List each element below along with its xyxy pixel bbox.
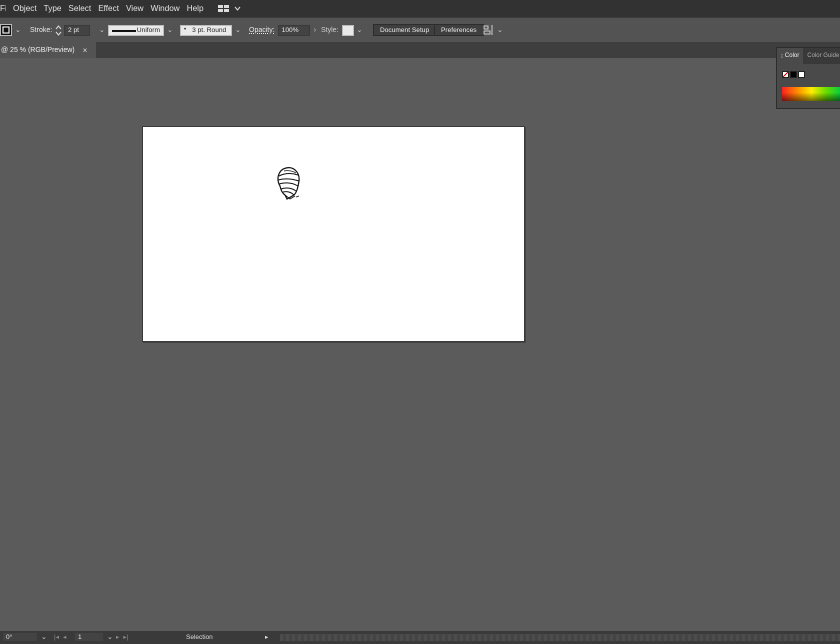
menu-window[interactable]: Window [151,4,180,13]
first-artboard-icon[interactable]: |◂ [54,633,59,641]
chevron-down-icon [234,6,240,11]
brush-dropdown[interactable]: • 3 pt. Round [180,24,232,36]
brush-dot-icon: • [184,27,187,33]
panel-grip-icon: ⁝ [781,53,783,60]
next-artboard-icon[interactable]: ▸ [116,633,119,641]
menu-type[interactable]: Type [44,4,62,13]
artboard-nav-prev[interactable]: |◂ ◂ [54,632,66,642]
black-swatch[interactable] [790,71,797,78]
close-icon[interactable]: × [83,46,88,55]
style-label: Style: [321,26,339,34]
document-tab-bar: @ 25 % (RGB/Preview) × [0,42,840,58]
brush-label: 3 pt. Round [192,26,227,34]
horizontal-scrollbar[interactable] [280,634,840,641]
artboard-number-input[interactable]: 1 [74,632,104,642]
last-artboard-icon[interactable]: ▸| [123,633,128,641]
chevron-down-icon[interactable]: ⌄ [357,26,363,34]
opacity-input[interactable]: 100% [277,24,310,36]
color-panel: ⁝ Color Color Guide [776,47,840,109]
graphic-style-swatch[interactable] [341,24,354,36]
opacity-label[interactable]: Opacity: [249,27,275,34]
color-spectrum[interactable] [782,87,840,101]
stroke-label: Stroke: [30,26,53,34]
menu-select[interactable]: Select [68,4,91,13]
menu-file[interactable]: File [0,4,6,13]
stroke-weight-input[interactable]: 2 pt [64,24,90,36]
stroke-swatch[interactable]: ⌄ [0,24,21,36]
prev-artboard-icon[interactable]: ◂ [63,633,66,641]
preferences-button[interactable]: Preferences [434,24,484,36]
document-tab[interactable]: @ 25 % (RGB/Preview) × [0,42,96,58]
none-swatch-icon[interactable] [782,71,789,78]
tab-color[interactable]: ⁝ Color [777,48,804,64]
chevron-right-icon[interactable]: › [314,27,316,34]
stepper-icon[interactable] [55,24,62,36]
menu-effect[interactable]: Effect [98,4,119,13]
profile-dropdown[interactable]: Uniform [108,24,164,36]
brush-definition[interactable]: • 3 pt. Round ⌄ [180,24,241,36]
chevron-down-icon[interactable]: ⌄ [497,26,503,34]
align-icon [483,25,493,35]
white-swatch[interactable] [798,71,805,78]
workspace-grid-icon [217,4,229,12]
color-panel-tabs: ⁝ Color Color Guide [777,48,840,64]
current-tool-label: Selection [186,633,213,641]
rotation-input[interactable]: 0° [2,632,38,642]
artboard[interactable] [142,126,525,342]
menu-bar: File Object Type Select Effect View Wind… [0,0,840,17]
chevron-down-icon[interactable]: ⌄ [167,26,173,34]
document-tab-title: @ 25 % (RGB/Preview) [1,46,75,54]
tab-color-guide[interactable]: Color Guide [803,53,839,59]
stroke-line-preview [112,29,136,32]
artboard-number-control[interactable]: 1 ⌄ [74,632,113,642]
workspace-switcher[interactable] [217,4,241,13]
stroke-color-icon [0,24,12,36]
menu-view[interactable]: View [126,4,144,13]
status-bar: 0° ⌄ |◂ ◂ 1 ⌄ ▸ ▸| Selection ▸ [0,631,840,644]
chevron-down-icon[interactable]: ⌄ [15,26,21,34]
document-setup-button[interactable]: Document Setup [373,24,437,36]
artboard-nav-next[interactable]: ▸ ▸| [116,632,128,642]
swatch-row [782,71,805,78]
chevron-down-icon[interactable]: ⌄ [99,26,105,34]
stroke-weight-field[interactable]: 2 pt ⌄ [55,24,105,36]
menu-help[interactable]: Help [187,4,204,13]
mummy-head-sketch[interactable] [275,166,303,202]
tab-color-label: Color [784,53,800,59]
arrange-documents[interactable]: ⌄ [483,24,503,36]
chevron-down-icon[interactable]: ⌄ [235,26,241,34]
rotation-control[interactable]: 0° ⌄ [2,632,47,642]
chevron-down-icon[interactable]: ⌄ [41,633,47,641]
profile-label: Uniform [136,26,160,34]
status-menu-arrow-icon[interactable]: ▸ [265,633,268,641]
menu-object[interactable]: Object [13,4,37,13]
variable-width-profile[interactable]: Uniform ⌄ [108,24,173,36]
chevron-down-icon[interactable]: ⌄ [107,633,113,641]
control-bar: ⌄ Stroke: 2 pt ⌄ Uniform ⌄ • 3 pt. Round… [0,17,840,43]
